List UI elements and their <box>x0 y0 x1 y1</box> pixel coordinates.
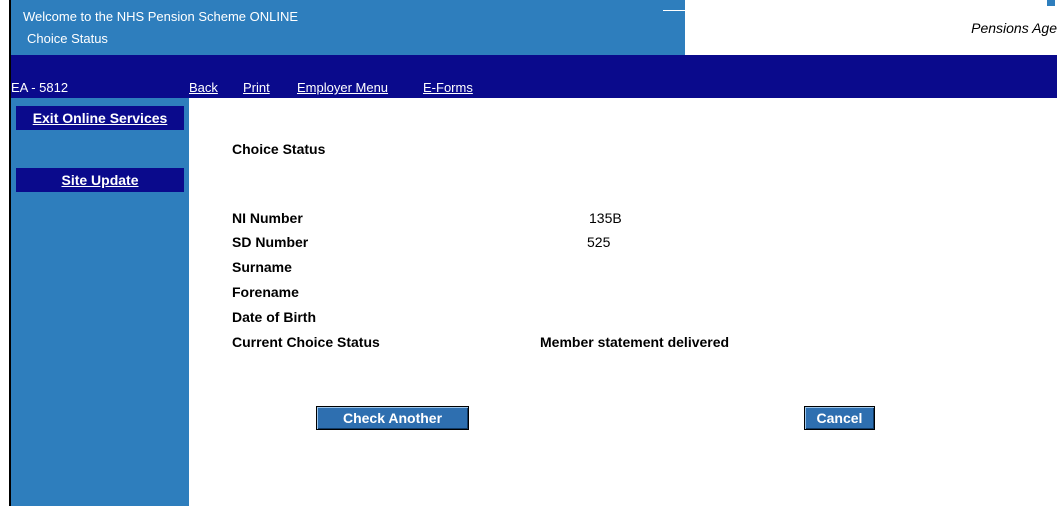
page-subtitle: Choice Status <box>27 31 108 46</box>
ni-number-value: 135B <box>589 210 622 226</box>
organisation-name: Pensions Age <box>971 20 1057 36</box>
surname-label: Surname <box>232 259 292 275</box>
main-content: Choice Status NI Number 135B SD Number 5… <box>189 98 1057 506</box>
exit-online-services-button[interactable]: Exit Online Services <box>16 106 184 130</box>
print-link[interactable]: Print <box>243 80 270 95</box>
site-update-button[interactable]: Site Update <box>16 168 184 192</box>
check-another-button[interactable]: Check Another <box>316 406 469 430</box>
cancel-button[interactable]: Cancel <box>804 406 875 430</box>
current-choice-status-value: Member statement delivered <box>540 334 730 350</box>
menu-bar: EA - 5812 Back Print Employer Menu E-For… <box>11 78 1057 98</box>
back-link[interactable]: Back <box>189 80 218 95</box>
employer-menu-link[interactable]: Employer Menu <box>297 80 388 95</box>
header-divider <box>663 10 696 11</box>
e-forms-link[interactable]: E-Forms <box>423 80 473 95</box>
header-banner: Welcome to the NHS Pension Scheme ONLINE… <box>11 0 1057 55</box>
welcome-title: Welcome to the NHS Pension Scheme ONLINE <box>23 9 299 24</box>
date-of-birth-label: Date of Birth <box>232 309 316 325</box>
current-choice-status-label: Current Choice Status <box>232 334 380 350</box>
page-title: Choice Status <box>232 141 326 157</box>
ni-number-label: NI Number <box>232 210 303 226</box>
header-blue-panel: Welcome to the NHS Pension Scheme ONLINE… <box>11 0 685 55</box>
forename-label: Forename <box>232 284 299 300</box>
sidebar: Exit Online Services Site Update <box>11 98 189 506</box>
logo-icon <box>1047 0 1055 6</box>
sd-number-label: SD Number <box>232 234 309 250</box>
employer-code: EA - 5812 <box>11 80 69 95</box>
sd-number-value: 525 <box>587 234 611 250</box>
nav-strip <box>11 55 1057 78</box>
page: Welcome to the NHS Pension Scheme ONLINE… <box>0 0 1057 506</box>
